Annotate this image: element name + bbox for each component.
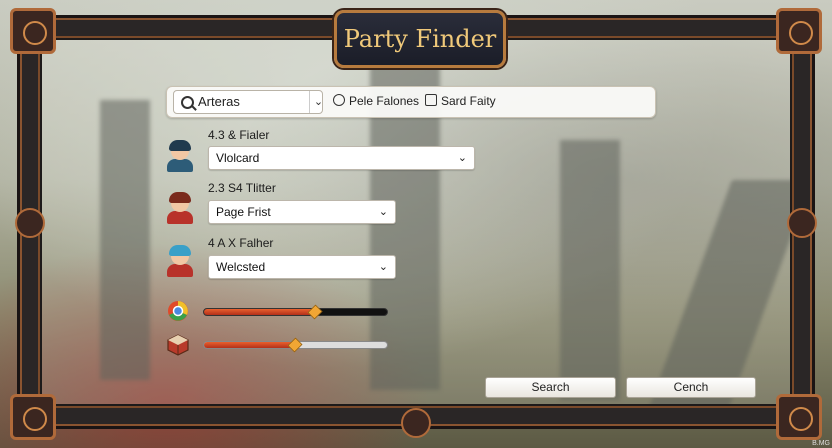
chevron-down-icon: ⌄ bbox=[378, 205, 388, 218]
search-value: Arteras bbox=[198, 94, 240, 109]
select-value: Page Frist bbox=[216, 205, 271, 219]
title-plate: Party Finder bbox=[334, 10, 506, 68]
frame-corner-ornament bbox=[10, 394, 56, 440]
watermark: B.MG bbox=[812, 440, 830, 447]
row-label: 2.3 S4 Tlitter bbox=[208, 181, 276, 195]
role-select[interactable]: Welcsted ⌄ bbox=[208, 255, 396, 279]
frame-side-ornament bbox=[787, 208, 817, 238]
search-icon bbox=[181, 96, 194, 109]
ornate-frame bbox=[22, 20, 810, 424]
browser-icon bbox=[168, 301, 188, 321]
page-title: Party Finder bbox=[343, 25, 497, 53]
filter-label: Pele Falones bbox=[349, 94, 420, 108]
chevron-down-icon: ⌄ bbox=[378, 260, 388, 273]
range-slider[interactable] bbox=[203, 337, 388, 353]
avatar bbox=[165, 140, 195, 172]
search-button[interactable]: Search bbox=[485, 377, 616, 398]
filter-button-2[interactable]: Sard Faity bbox=[425, 94, 496, 108]
row-label: 4 A X Falher bbox=[208, 236, 274, 250]
avatar bbox=[165, 245, 195, 277]
role-select[interactable]: Vlolcard ⌄ bbox=[208, 146, 475, 170]
frame-side-ornament bbox=[15, 208, 45, 238]
select-value: Welcsted bbox=[216, 260, 266, 274]
avatar bbox=[165, 192, 195, 224]
cancel-button[interactable]: Cench bbox=[626, 377, 756, 398]
frame-corner-ornament bbox=[10, 8, 56, 54]
filter-label: Sard Faity bbox=[441, 94, 496, 108]
chevron-down-icon[interactable]: ⌄ bbox=[309, 91, 327, 113]
level-slider[interactable] bbox=[203, 304, 388, 320]
slider-fill bbox=[204, 309, 314, 315]
filter-toolbar: Arteras ⌄ Pele Falones Sard Faity bbox=[166, 86, 656, 118]
clock-icon bbox=[333, 94, 345, 106]
search-input[interactable]: Arteras ⌄ bbox=[173, 90, 323, 114]
frame-corner-ornament bbox=[776, 394, 822, 440]
filter-button-1[interactable]: Pele Falones bbox=[333, 94, 419, 108]
row-label: 4.3 & Fialer bbox=[208, 128, 270, 142]
cube-icon bbox=[167, 334, 189, 356]
grid-icon bbox=[425, 94, 437, 106]
slider-fill bbox=[204, 342, 294, 348]
frame-corner-ornament bbox=[776, 8, 822, 54]
chevron-down-icon: ⌄ bbox=[457, 151, 467, 164]
role-select[interactable]: Page Frist ⌄ bbox=[208, 200, 396, 224]
frame-bottom-ornament bbox=[401, 408, 431, 438]
select-value: Vlolcard bbox=[216, 151, 260, 165]
